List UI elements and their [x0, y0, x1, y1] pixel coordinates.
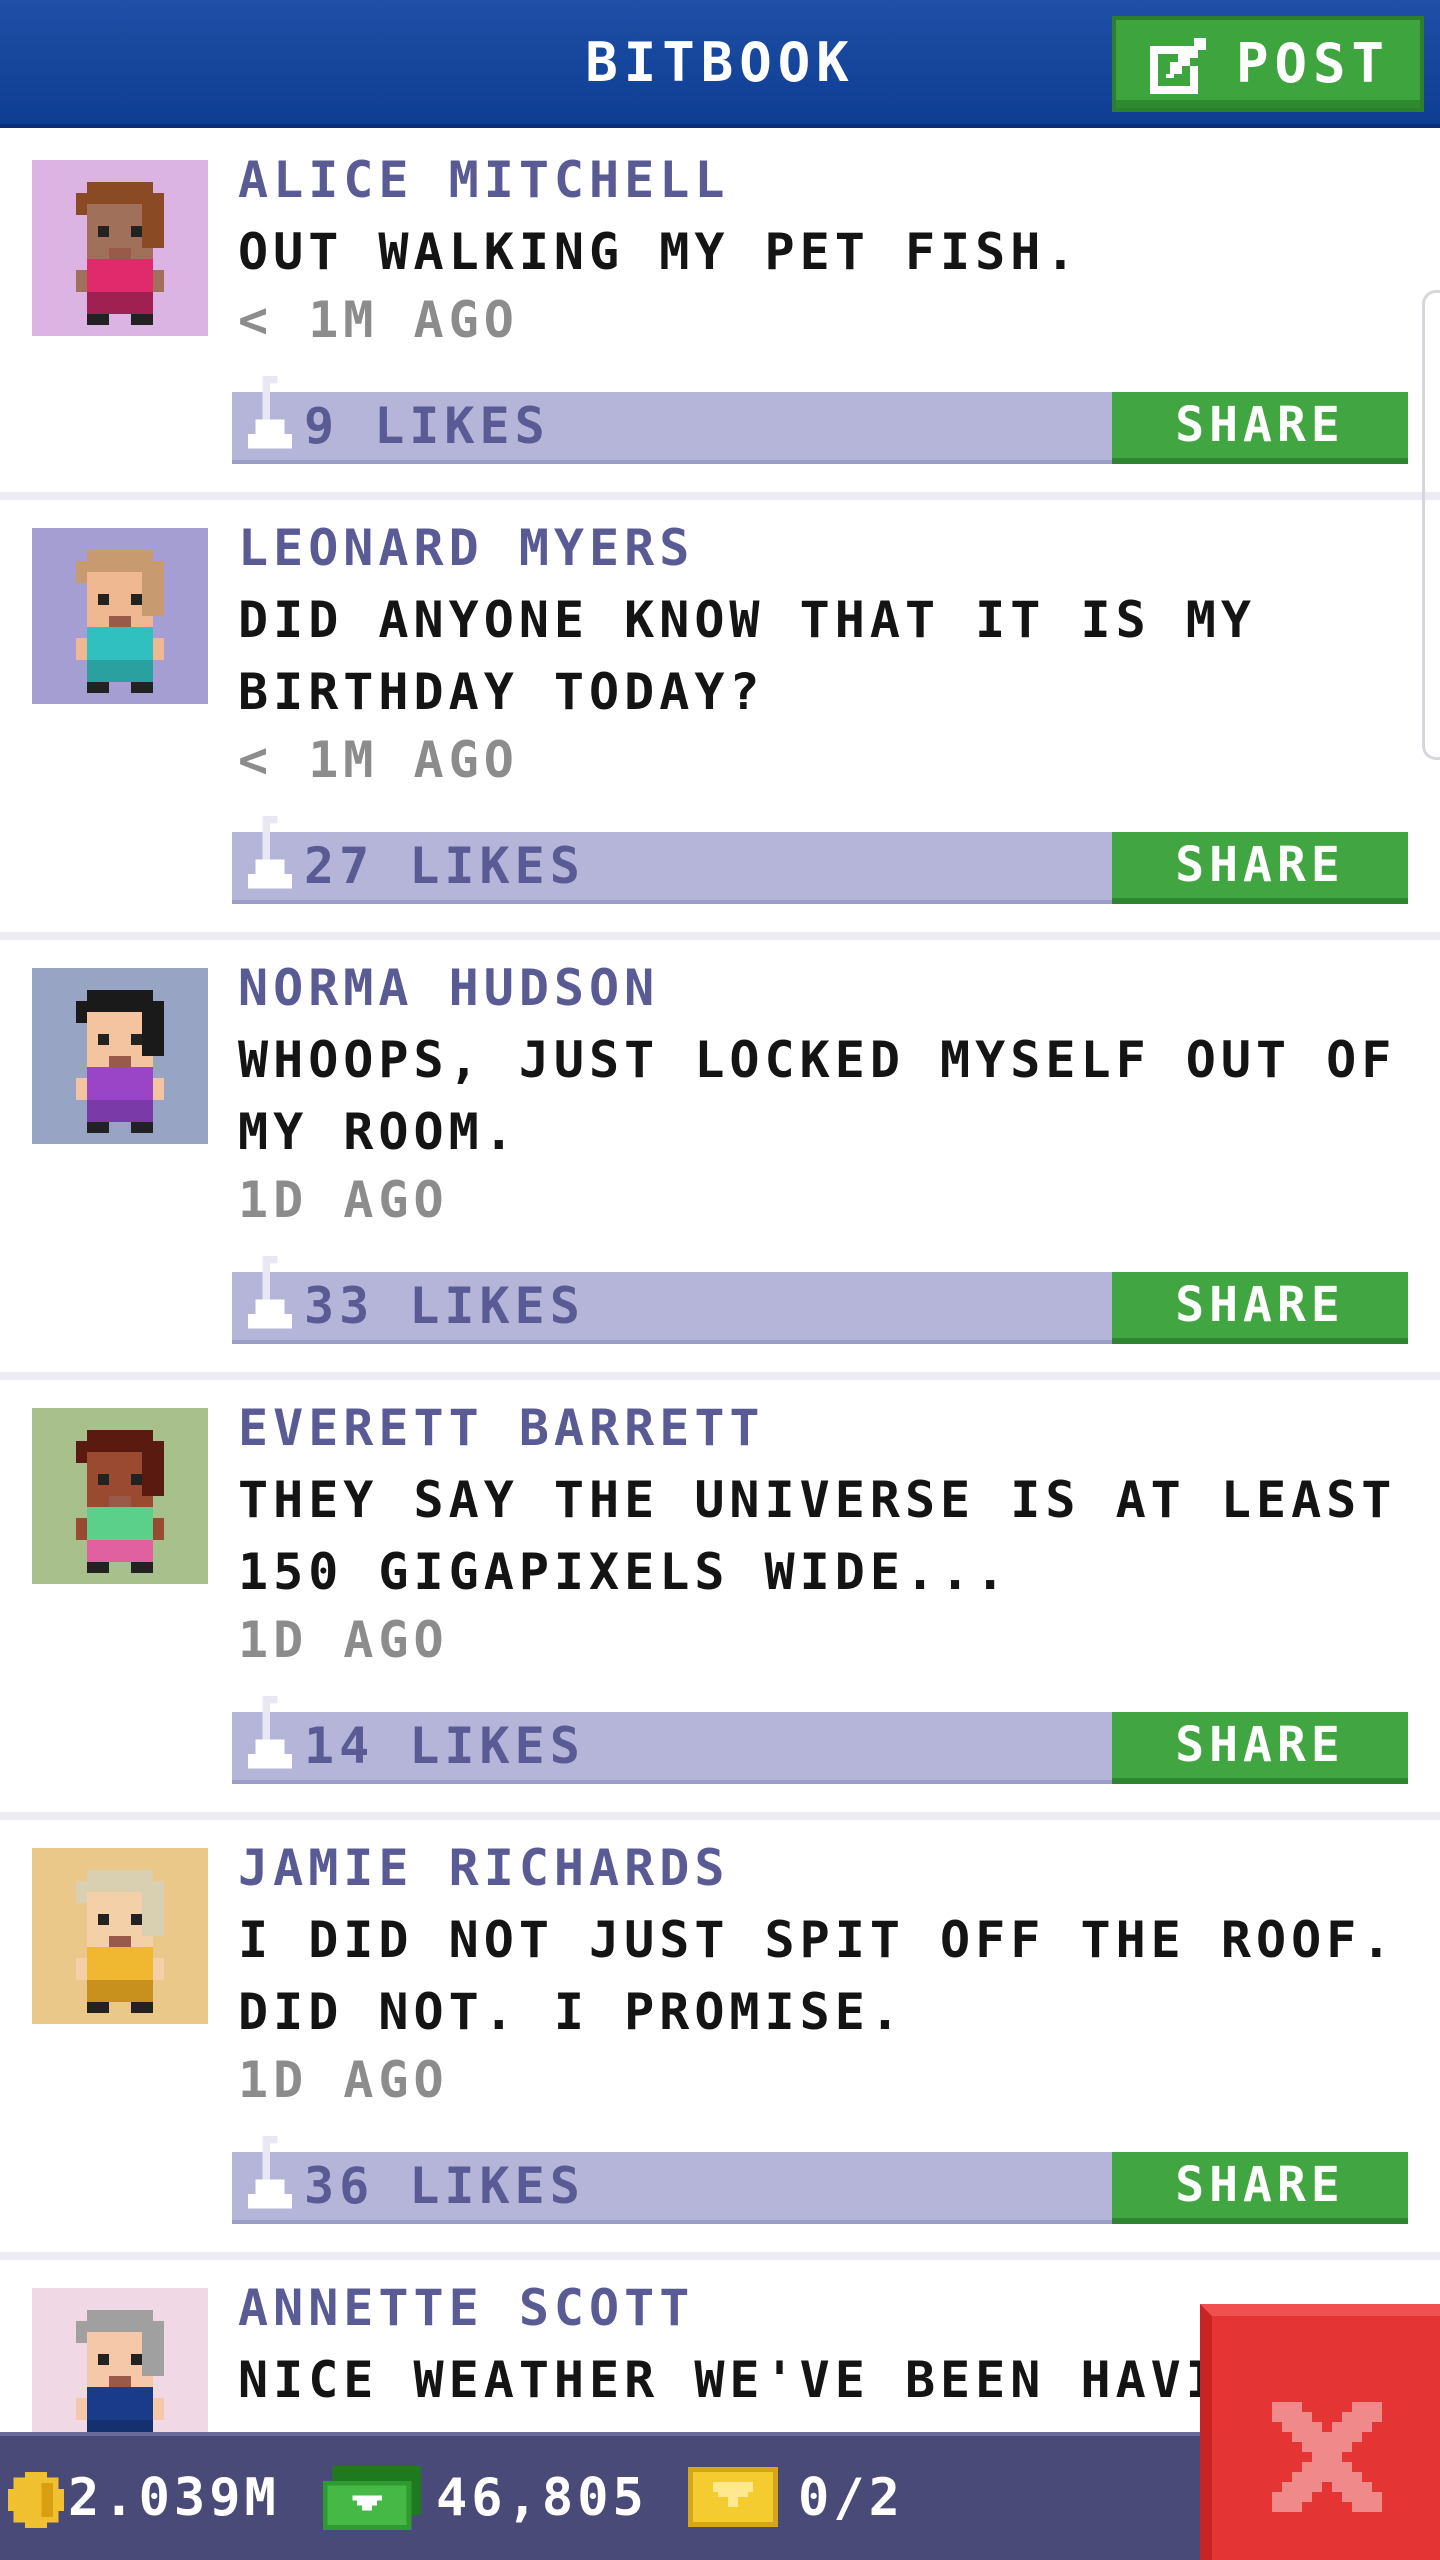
compose-icon: [1150, 38, 1206, 94]
post-button[interactable]: POST: [1112, 16, 1424, 112]
likes-count: 9 LIKES: [304, 397, 550, 455]
post-timestamp: 1D AGO: [238, 1611, 449, 1669]
avatar[interactable]: [32, 2288, 208, 2432]
close-icon: [1272, 2402, 1382, 2512]
feed-post: NORMA HUDSON WHOOPS, JUST LOCKED MYSELF O…: [0, 940, 1440, 1380]
coin-icon: [8, 2472, 64, 2528]
post-timestamp: < 1M AGO: [238, 731, 519, 789]
feed-post: LEONARD MYERS DID ANYONE KNOW THAT IT IS …: [0, 500, 1440, 940]
post-message: WHOOPS, JUST LOCKED MYSELF OUT OF MY ROO…: [238, 1031, 1397, 1161]
post-author[interactable]: NORMA HUDSON: [238, 958, 659, 1018]
tickets-value: 0/2: [798, 2468, 904, 2528]
thumb-up-icon: [248, 1696, 292, 1769]
avatar-image: [32, 1408, 208, 1584]
post-author[interactable]: LEONARD MYERS: [238, 518, 694, 578]
bux-value: 46,805: [436, 2468, 648, 2528]
like-bar[interactable]: 9 LIKES SHARE: [232, 376, 1408, 464]
app-header: BITBOOK POST: [0, 0, 1440, 128]
post-message: OUT WALKING MY PET FISH.: [238, 223, 1081, 281]
share-button[interactable]: SHARE: [1112, 1712, 1408, 1784]
like-bar[interactable]: 14 LIKES SHARE: [232, 1696, 1408, 1784]
thumb-up-icon: [248, 2136, 292, 2209]
likes-count: 27 LIKES: [304, 837, 585, 895]
avatar-image: [32, 1848, 208, 2024]
post-timestamp: 1D AGO: [238, 2051, 449, 2109]
share-button[interactable]: SHARE: [1112, 392, 1408, 464]
scroll-indicator[interactable]: [1422, 290, 1440, 760]
likes-count: 14 LIKES: [304, 1717, 585, 1775]
post-author[interactable]: EVERETT BARRETT: [238, 1398, 765, 1458]
like-bar[interactable]: 36 LIKES SHARE: [232, 2136, 1408, 2224]
feed-post: ALICE MITCHELL OUT WALKING MY PET FISH. < …: [0, 132, 1440, 500]
post-timestamp: 1D AGO: [238, 1171, 449, 1229]
share-button[interactable]: SHARE: [1112, 1272, 1408, 1344]
post-author[interactable]: ANNETTE SCOTT: [238, 2278, 694, 2338]
avatar-image: [32, 160, 208, 336]
post-message: THEY SAY THE UNIVERSE IS AT LEAST 150 GI…: [238, 1471, 1397, 1601]
share-button[interactable]: SHARE: [1112, 2152, 1408, 2224]
bux-icon: [322, 2466, 422, 2530]
avatar-image: [32, 968, 208, 1144]
thumb-up-icon: [248, 376, 292, 449]
avatar[interactable]: [32, 528, 208, 704]
post-author[interactable]: JAMIE RICHARDS: [238, 1838, 729, 1898]
likes-count: 36 LIKES: [304, 2157, 585, 2215]
feed-post: JAMIE RICHARDS I DID NOT JUST SPIT OFF TH…: [0, 1820, 1440, 2260]
avatar[interactable]: [32, 1848, 208, 2024]
ticket-icon: [688, 2467, 778, 2527]
thumb-up-icon: [248, 1256, 292, 1329]
post-message: DID ANYONE KNOW THAT IT IS MY BIRTHDAY T…: [238, 591, 1256, 721]
post-button-label: POST: [1236, 32, 1391, 95]
post-timestamp: < 1M AGO: [238, 291, 519, 349]
likes-count: 33 LIKES: [304, 1277, 585, 1335]
avatar[interactable]: [32, 968, 208, 1144]
feed-post: EVERETT BARRETT THEY SAY THE UNIVERSE IS …: [0, 1380, 1440, 1820]
share-button[interactable]: SHARE: [1112, 832, 1408, 904]
avatar[interactable]: [32, 1408, 208, 1584]
avatar-image: [32, 2288, 208, 2432]
avatar[interactable]: [32, 160, 208, 336]
thumb-up-icon: [248, 816, 292, 889]
post-author[interactable]: ALICE MITCHELL: [238, 150, 729, 210]
avatar-image: [32, 528, 208, 704]
post-message: I DID NOT JUST SPIT OFF THE ROOF. DID NO…: [238, 1911, 1397, 2041]
coins-value: 2.039M: [68, 2468, 280, 2528]
like-bar[interactable]: 27 LIKES SHARE: [232, 816, 1408, 904]
news-feed[interactable]: ALICE MITCHELL OUT WALKING MY PET FISH. < …: [0, 132, 1440, 2432]
close-button[interactable]: [1200, 2304, 1440, 2560]
app-title: BITBOOK: [585, 31, 855, 94]
like-bar[interactable]: 33 LIKES SHARE: [232, 1256, 1408, 1344]
